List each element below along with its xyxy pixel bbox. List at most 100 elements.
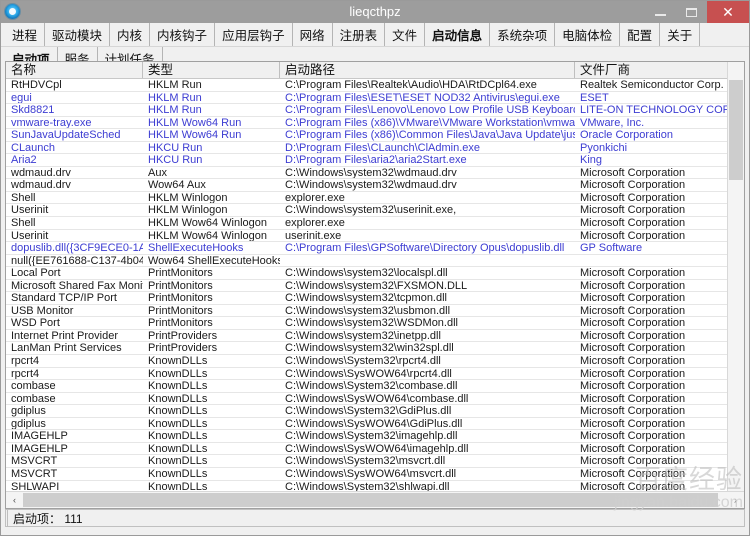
cell-type: PrintMonitors (143, 292, 280, 304)
table-row[interactable]: Microsoft Shared Fax MonitorPrintMonitor… (6, 280, 727, 293)
horizontal-scrollbar-track[interactable] (23, 492, 727, 508)
table-row[interactable]: Standard TCP/IP PortPrintMonitorsC:\Wind… (6, 292, 727, 305)
cell-name: wdmaud.drv (6, 179, 143, 191)
table-row[interactable]: WSD PortPrintMonitorsC:\Windows\system32… (6, 317, 727, 330)
cell-vendor: VMware, Inc. (575, 117, 727, 129)
table-row[interactable]: IMAGEHLPKnownDLLsC:\Windows\System32\ima… (6, 430, 727, 443)
cell-vendor: Microsoft Corporation (575, 405, 727, 417)
cell-vendor: Microsoft Corporation (575, 393, 727, 405)
cell-name: WSD Port (6, 317, 143, 329)
cell-path: explorer.exe (280, 217, 575, 229)
column-header-path[interactable]: 启动路径 (280, 62, 575, 78)
table-row[interactable]: rpcrt4KnownDLLsC:\Windows\System32\rpcrt… (6, 355, 727, 368)
cell-path: C:\Program Files (x86)\Common Files\Java… (280, 129, 575, 141)
cell-name: SunJavaUpdateSched (6, 129, 143, 141)
table-row[interactable]: CLaunchHKCU RunD:\Program Files\CLaunch\… (6, 142, 727, 155)
tab-8[interactable]: 启动信息 (425, 23, 490, 46)
cell-path: C:\Windows\system32\localspl.dll (280, 267, 575, 279)
cell-path: C:\Program Files\GPSoftware\Directory Op… (280, 242, 575, 254)
column-header-vendor[interactable]: 文件厂商 (575, 62, 729, 78)
startup-items-list: 名称 类型 启动路径 文件厂商 ˄ RtHDVCplHKLM RunC:\Pro… (5, 61, 745, 509)
table-row[interactable]: wdmaud.drvWow64 AuxC:\Windows\system32\w… (6, 179, 727, 192)
vertical-scrollbar[interactable]: ˅ (727, 62, 744, 508)
tab-9[interactable]: 系统杂项 (490, 23, 555, 46)
cell-name: gdiplus (6, 405, 143, 417)
tab-4[interactable]: 应用层钩子 (215, 23, 293, 46)
cell-path: D:\Program Files\CLaunch\ClAdmin.exe (280, 142, 575, 154)
cell-path: C:\Windows\System32\imagehlp.dll (280, 430, 575, 442)
table-row[interactable]: vmware-tray.exeHKLM Wow64 RunC:\Program … (6, 117, 727, 130)
tab-7[interactable]: 文件 (385, 23, 425, 46)
table-row[interactable]: MSVCRTKnownDLLsC:\Windows\SysWOW64\msvcr… (6, 468, 727, 481)
table-row[interactable]: LanMan Print ServicesPrintProvidersC:\Wi… (6, 342, 727, 355)
cell-vendor: Microsoft Corporation (575, 342, 727, 354)
table-row[interactable]: USB MonitorPrintMonitorsC:\Windows\syste… (6, 305, 727, 318)
cell-path: C:\Windows\system32\win32spl.dll (280, 342, 575, 354)
cell-vendor: Realtek Semiconductor Corp. (575, 79, 727, 91)
table-header-row: 名称 类型 启动路径 文件厂商 ˄ (6, 62, 744, 79)
table-row[interactable]: SunJavaUpdateSchedHKLM Wow64 RunC:\Progr… (6, 129, 727, 142)
tab-11[interactable]: 配置 (620, 23, 660, 46)
table-row[interactable]: Local PortPrintMonitorsC:\Windows\system… (6, 267, 727, 280)
column-header-name[interactable]: 名称 (6, 62, 143, 78)
table-row[interactable]: rpcrt4KnownDLLsC:\Windows\SysWOW64\rpcrt… (6, 368, 727, 381)
table-row[interactable]: UserinitHKLM WinlogonC:\Windows\system32… (6, 204, 727, 217)
cell-name: Userinit (6, 230, 143, 242)
cell-vendor: Microsoft Corporation (575, 267, 727, 279)
table-row[interactable]: Aria2HKCU RunD:\Program Files\aria2\aria… (6, 154, 727, 167)
cell-type: PrintProviders (143, 342, 280, 354)
cell-type: KnownDLLs (143, 468, 280, 480)
table-row[interactable]: ShellHKLM Wow64 Winlogonexplorer.exeMicr… (6, 217, 727, 230)
cell-vendor: Microsoft Corporation (575, 192, 727, 204)
cell-vendor: Microsoft Corporation (575, 230, 727, 242)
table-row[interactable]: SHLWAPIKnownDLLsC:\Windows\System32\shlw… (6, 481, 727, 492)
vertical-scrollbar-thumb[interactable] (729, 80, 743, 180)
cell-type: KnownDLLs (143, 355, 280, 367)
horizontal-scrollbar-thumb[interactable] (23, 493, 718, 507)
cell-name: IMAGEHLP (6, 443, 143, 455)
table-row[interactable]: IMAGEHLPKnownDLLsC:\Windows\SysWOW64\ima… (6, 443, 727, 456)
cell-type: Wow64 Aux (143, 179, 280, 191)
table-row[interactable]: Internet Print ProviderPrintProvidersC:\… (6, 330, 727, 343)
table-row[interactable]: eguiHKLM RunC:\Program Files\ESET\ESET N… (6, 92, 727, 105)
cell-type: KnownDLLs (143, 481, 280, 492)
tab-5[interactable]: 网络 (293, 23, 333, 46)
table-row[interactable]: gdiplusKnownDLLsC:\Windows\System32\GdiP… (6, 405, 727, 418)
table-row[interactable]: wdmaud.drvAuxC:\Windows\system32\wdmaud.… (6, 167, 727, 180)
tab-3[interactable]: 内核钩子 (150, 23, 215, 46)
cell-name: Local Port (6, 267, 143, 279)
cell-type: HKLM Wow64 Run (143, 117, 280, 129)
cell-name: vmware-tray.exe (6, 117, 143, 129)
status-bar: 启动项： 111 (5, 509, 745, 527)
tab-12[interactable]: 关于 (660, 23, 700, 46)
scroll-right-arrow-icon[interactable]: › (727, 492, 744, 508)
cell-path: C:\Windows\system32\inetpp.dll (280, 330, 575, 342)
table-row[interactable]: gdiplusKnownDLLsC:\Windows\SysWOW64\GdiP… (6, 418, 727, 431)
tab-0[interactable]: 进程 (5, 23, 45, 46)
table-row[interactable]: MSVCRTKnownDLLsC:\Windows\System32\msvcr… (6, 455, 727, 468)
minimize-button[interactable] (645, 1, 676, 23)
scroll-left-arrow-icon[interactable]: ‹ (6, 492, 23, 508)
table-row[interactable]: combaseKnownDLLsC:\Windows\SysWOW64\comb… (6, 393, 727, 406)
cell-name: rpcrt4 (6, 368, 143, 380)
table-row[interactable]: RtHDVCplHKLM RunC:\Program Files\Realtek… (6, 79, 727, 92)
tab-1[interactable]: 驱动模块 (45, 23, 110, 46)
table-row[interactable]: combaseKnownDLLsC:\Windows\System32\comb… (6, 380, 727, 393)
cell-type: HKLM Wow64 Run (143, 129, 280, 141)
close-button[interactable]: ✕ (707, 1, 749, 23)
table-row[interactable]: ShellHKLM Winlogonexplorer.exeMicrosoft … (6, 192, 727, 205)
table-row[interactable]: dopuslib.dll({3CF9ECE0-1A9...ShellExecut… (6, 242, 727, 255)
cell-name: Aria2 (6, 154, 143, 166)
table-row[interactable]: null({EE761688-C137-4b04-...Wow64 ShellE… (6, 255, 727, 268)
maximize-button[interactable] (676, 1, 707, 23)
tab-2[interactable]: 内核 (110, 23, 150, 46)
horizontal-scrollbar[interactable]: ‹ › (6, 491, 744, 508)
tab-10[interactable]: 电脑体检 (555, 23, 620, 46)
table-row[interactable]: UserinitHKLM Wow64 Winlogonuserinit.exeM… (6, 230, 727, 243)
cell-vendor: LITE-ON TECHNOLOGY CORP. (575, 104, 727, 116)
tab-6[interactable]: 注册表 (333, 23, 386, 46)
column-header-type[interactable]: 类型 (143, 62, 280, 78)
cell-type: HKLM Run (143, 104, 280, 116)
table-row[interactable]: Skd8821HKLM RunC:\Program Files\Lenovo\L… (6, 104, 727, 117)
cell-vendor: Microsoft Corporation (575, 280, 727, 292)
